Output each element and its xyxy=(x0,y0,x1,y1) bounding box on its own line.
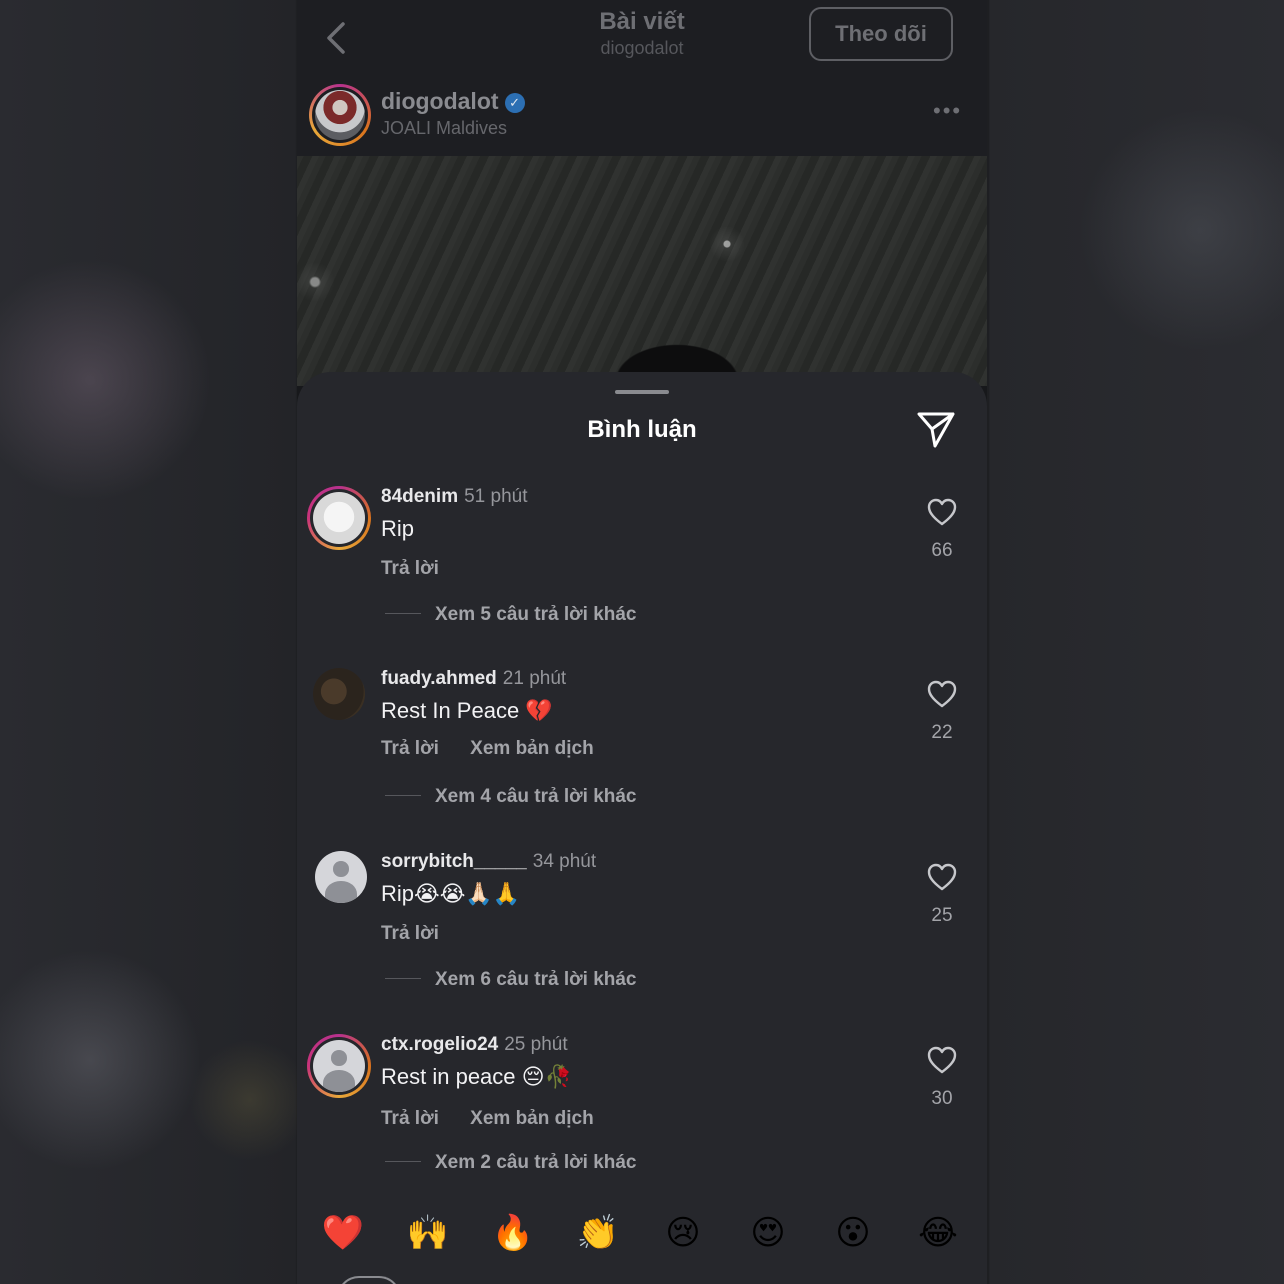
view-replies-label: Xem 4 câu trả lời khác xyxy=(435,786,637,807)
replies-divider xyxy=(385,978,421,979)
commenter-avatar[interactable] xyxy=(313,668,365,720)
reply-button[interactable]: Trả lời xyxy=(381,923,439,944)
like-count: 30 xyxy=(931,1088,953,1109)
commenter-username[interactable]: fuady.ahmed xyxy=(381,668,497,689)
translate-button[interactable]: Xem bản dịch xyxy=(470,738,594,759)
verified-badge-icon: ✓ xyxy=(504,93,525,113)
commenter-username[interactable]: 84denim xyxy=(381,486,458,507)
reply-button[interactable]: Trả lời xyxy=(381,1108,439,1129)
reaction-clap[interactable]: 👏 xyxy=(570,1206,626,1260)
reply-button[interactable]: Trả lời xyxy=(381,738,439,759)
comment-time: 34 phút xyxy=(532,851,597,872)
comment-text: Rip xyxy=(381,516,415,541)
comment-text: Rest In Peace 💔 xyxy=(381,698,553,723)
quick-reactions-bar: ❤️ 🙌 🔥 👏 😢 😍 😮 😂 xyxy=(297,1206,987,1260)
replies-divider xyxy=(385,795,421,796)
post-header: diogodalot ✓ JOALI Maldives ••• xyxy=(297,80,987,156)
reaction-heart[interactable]: ❤️ xyxy=(315,1206,371,1260)
view-replies-label: Xem 6 câu trả lời khác xyxy=(435,969,637,990)
reaction-cry[interactable]: 😢 xyxy=(655,1206,711,1260)
author-username-row[interactable]: diogodalot ✓ xyxy=(381,88,525,115)
heart-icon[interactable] xyxy=(927,863,957,891)
commenter-avatar[interactable] xyxy=(315,851,367,903)
like-count: 66 xyxy=(931,540,953,561)
view-replies-label: Xem 5 câu trả lời khác xyxy=(435,604,637,625)
comment-time: 51 phút xyxy=(464,486,528,507)
phone-screen: Bài viết diogodalot Theo dõi diogodalot ✓… xyxy=(297,0,987,1284)
more-options-icon[interactable]: ••• xyxy=(933,98,962,124)
reaction-raised-hands[interactable]: 🙌 xyxy=(400,1206,456,1260)
comments-title: Bình luận xyxy=(587,416,697,443)
comment-time: 21 phút xyxy=(502,668,567,689)
view-replies-button[interactable]: Xem 2 câu trả lời khác xyxy=(385,1152,637,1174)
comment-item: sorrybitch_____ 34 phút Rip😭😭🙏🏻🙏 Trả lời … xyxy=(297,851,987,1021)
comment-time: 25 phút xyxy=(504,1034,568,1055)
comments-sheet: Bình luận 84denim 51 phút Rip Trả lời Xem… xyxy=(297,372,987,1284)
translate-button[interactable]: Xem bản dịch xyxy=(470,1108,594,1129)
post-location[interactable]: JOALI Maldives xyxy=(381,118,507,139)
like-count: 22 xyxy=(931,722,953,743)
commenter-avatar[interactable] xyxy=(307,1034,371,1098)
comment-item: ctx.rogelio24 25 phút Rest in peace 😔🥀 Tr… xyxy=(297,1034,987,1204)
commenter-username[interactable]: ctx.rogelio24 xyxy=(381,1034,498,1055)
replies-divider xyxy=(385,1161,421,1162)
comment-item: fuady.ahmed 21 phút Rest In Peace 💔 Trả l… xyxy=(297,668,987,838)
comment-item: 84denim 51 phút Rip Trả lời Xem 5 câu trả… xyxy=(297,486,987,656)
post-photo xyxy=(297,156,987,386)
top-bar: Bài viết diogodalot Theo dõi xyxy=(297,0,987,80)
replies-divider xyxy=(385,613,421,614)
follow-button[interactable]: Theo dõi xyxy=(809,7,953,61)
sheet-grabber[interactable] xyxy=(615,390,669,394)
view-replies-button[interactable]: Xem 5 câu trả lời khác xyxy=(385,604,637,626)
reaction-wow[interactable]: 😮 xyxy=(825,1206,881,1260)
reaction-heart-eyes[interactable]: 😍 xyxy=(740,1206,796,1260)
comment-text: Rest in peace 😔🥀 xyxy=(381,1064,572,1089)
commenter-avatar[interactable] xyxy=(307,486,371,550)
author-avatar[interactable] xyxy=(309,84,371,146)
comment-text: Rip😭😭🙏🏻🙏 xyxy=(381,881,521,906)
paper-plane-icon[interactable] xyxy=(915,408,957,450)
author-username[interactable]: diogodalot xyxy=(381,88,499,114)
view-replies-button[interactable]: Xem 4 câu trả lời khác xyxy=(385,786,637,808)
reaction-laugh[interactable]: 😂 xyxy=(910,1206,966,1260)
heart-icon[interactable] xyxy=(927,680,957,708)
view-replies-button[interactable]: Xem 6 câu trả lời khác xyxy=(385,969,637,991)
reaction-fire[interactable]: 🔥 xyxy=(485,1206,541,1260)
commenter-username[interactable]: sorrybitch_____ xyxy=(381,851,527,872)
heart-icon[interactable] xyxy=(927,1046,957,1074)
view-replies-label: Xem 2 câu trả lời khác xyxy=(435,1152,637,1173)
heart-icon[interactable] xyxy=(927,498,957,526)
like-count: 25 xyxy=(931,905,953,926)
reply-button[interactable]: Trả lời xyxy=(381,558,439,579)
